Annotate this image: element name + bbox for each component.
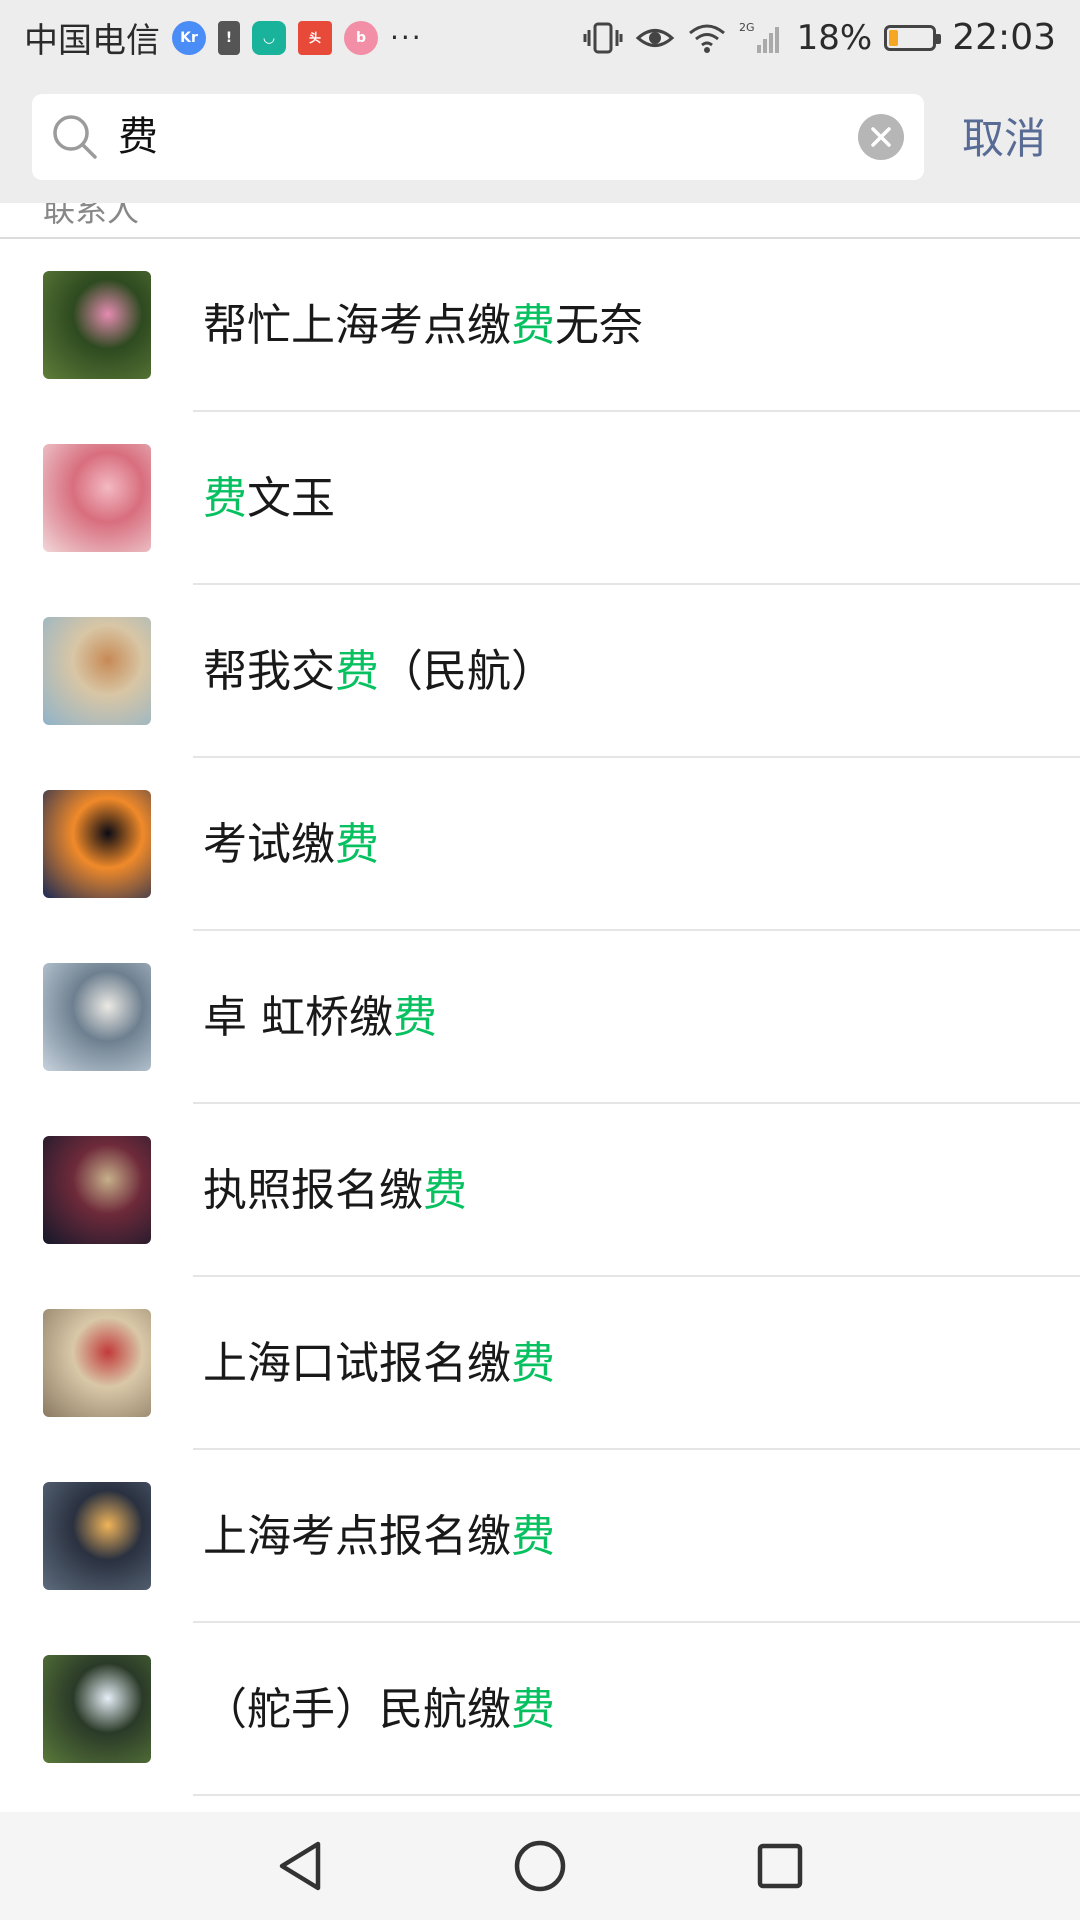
cancel-button[interactable]: 取消 (962, 75, 1046, 203)
recents-button[interactable] (735, 1821, 825, 1911)
clock: 22:03 (952, 17, 1056, 58)
search-header: 费 取消 (0, 75, 1080, 203)
search-input[interactable]: 费 (32, 94, 924, 180)
row-divider (193, 1794, 1080, 1796)
name-suffix: （民航） (379, 646, 555, 697)
contacts-section-header: 联系人 (0, 203, 1080, 239)
search-result-row[interactable]: 考试缴费 (0, 758, 1080, 931)
avatar (43, 790, 151, 898)
home-button[interactable] (495, 1821, 585, 1911)
wifi-icon (688, 24, 725, 53)
name-match-highlight: 费 (335, 819, 379, 870)
recents-square-icon (757, 1843, 803, 1889)
home-circle-icon (514, 1840, 566, 1892)
contact-name: 帮我交费（民航） (203, 585, 555, 758)
name-match-highlight: 费 (511, 1338, 555, 1389)
back-button[interactable] (255, 1821, 345, 1911)
avatar (43, 271, 151, 379)
carrier-name: 中国电信 (24, 21, 160, 61)
battery-percent: 18% (796, 17, 873, 58)
avatar (43, 963, 151, 1071)
contact-name: 考试缴费 (203, 758, 379, 931)
bilibili-notification-icon: b (344, 20, 378, 55)
search-result-row[interactable]: 卓 虹桥缴费 (0, 931, 1080, 1104)
search-result-row[interactable]: 执照报名缴费 (0, 1104, 1080, 1277)
name-suffix: 无奈 (555, 300, 643, 351)
contact-name: （舵手）民航缴费 (203, 1623, 555, 1796)
cell-signal-icon: 2G (739, 21, 779, 53)
mi-notification-icon: ◡ (252, 20, 286, 55)
name-prefix: 上海口试报名缴 (203, 1338, 511, 1389)
toutiao-notification-icon: 头 (298, 20, 332, 55)
clear-search-icon[interactable] (858, 114, 904, 160)
contact-name: 卓 虹桥缴费 (203, 931, 437, 1104)
avatar (43, 1482, 151, 1590)
search-result-row[interactable]: 帮我交费（民航） (0, 585, 1080, 758)
contact-name: 上海考点报名缴费 (203, 1450, 555, 1623)
name-suffix: 文玉 (247, 473, 335, 524)
name-prefix: 卓 虹桥缴 (203, 992, 393, 1043)
contact-name: 帮忙上海考点缴费无奈 (203, 239, 643, 412)
search-query-text[interactable]: 费 (118, 94, 158, 180)
avatar (43, 1655, 151, 1763)
name-match-highlight: 费 (203, 473, 247, 524)
search-result-row[interactable]: 上海口试报名缴费 (0, 1277, 1080, 1450)
search-result-row[interactable]: 上海考点报名缴费 (0, 1450, 1080, 1623)
navigation-bar (0, 1812, 1080, 1920)
contact-name: 上海口试报名缴费 (203, 1277, 555, 1450)
search-result-row[interactable]: 帮忙上海考点缴费无奈 (0, 239, 1080, 412)
name-prefix: 上海考点报名缴 (203, 1511, 511, 1562)
name-match-highlight: 费 (511, 1511, 555, 1562)
search-result-row[interactable]: 费文玉 (0, 412, 1080, 585)
status-bar: 中国电信 Kr ! ◡ 头 b ··· 2G 18% 22:03 (0, 0, 1080, 75)
name-match-highlight: 费 (335, 646, 379, 697)
back-triangle-icon (279, 1841, 321, 1891)
status-bar-left: 中国电信 Kr ! ◡ 头 b ··· (24, 13, 423, 62)
name-match-highlight: 费 (511, 300, 555, 351)
name-prefix: 考试缴 (203, 819, 335, 870)
avatar (43, 617, 151, 725)
search-results-list: 帮忙上海考点缴费无奈 费文玉 帮我交费（民航） 考试缴费卓 虹桥缴费 执照报名缴费 上海口… (0, 239, 1080, 1796)
name-prefix: 帮我交 (203, 646, 335, 697)
eye-icon (635, 28, 674, 47)
contact-name: 执照报名缴费 (203, 1104, 467, 1277)
36kr-notification-icon: Kr (172, 20, 206, 55)
name-prefix: 执照报名缴 (203, 1165, 423, 1216)
close-icon (871, 127, 891, 147)
vibrate-icon (583, 22, 623, 53)
name-match-highlight: 费 (423, 1165, 467, 1216)
avatar (43, 444, 151, 552)
search-icon (53, 115, 97, 159)
name-prefix: 帮忙上海考点缴 (203, 300, 511, 351)
search-result-row[interactable]: （舵手）民航缴费 (0, 1623, 1080, 1796)
name-prefix: （舵手）民航缴 (203, 1684, 511, 1735)
battery-icon (884, 24, 942, 51)
contact-name: 费文玉 (203, 412, 335, 585)
name-match-highlight: 费 (511, 1684, 555, 1735)
more-notifications-icon: ··· (390, 21, 423, 54)
status-bar-right: 2G 18% 22:03 (583, 17, 1056, 58)
alert-notification-icon: ! (218, 20, 240, 55)
name-match-highlight: 费 (393, 992, 437, 1043)
avatar (43, 1136, 151, 1244)
avatar (43, 1309, 151, 1417)
section-title: 联系人 (43, 203, 140, 229)
network-type-label: 2G (739, 21, 755, 34)
wechat-search-screen: 中国电信 Kr ! ◡ 头 b ··· 2G 18% 22:03 费 取消 联系… (0, 0, 1080, 1920)
